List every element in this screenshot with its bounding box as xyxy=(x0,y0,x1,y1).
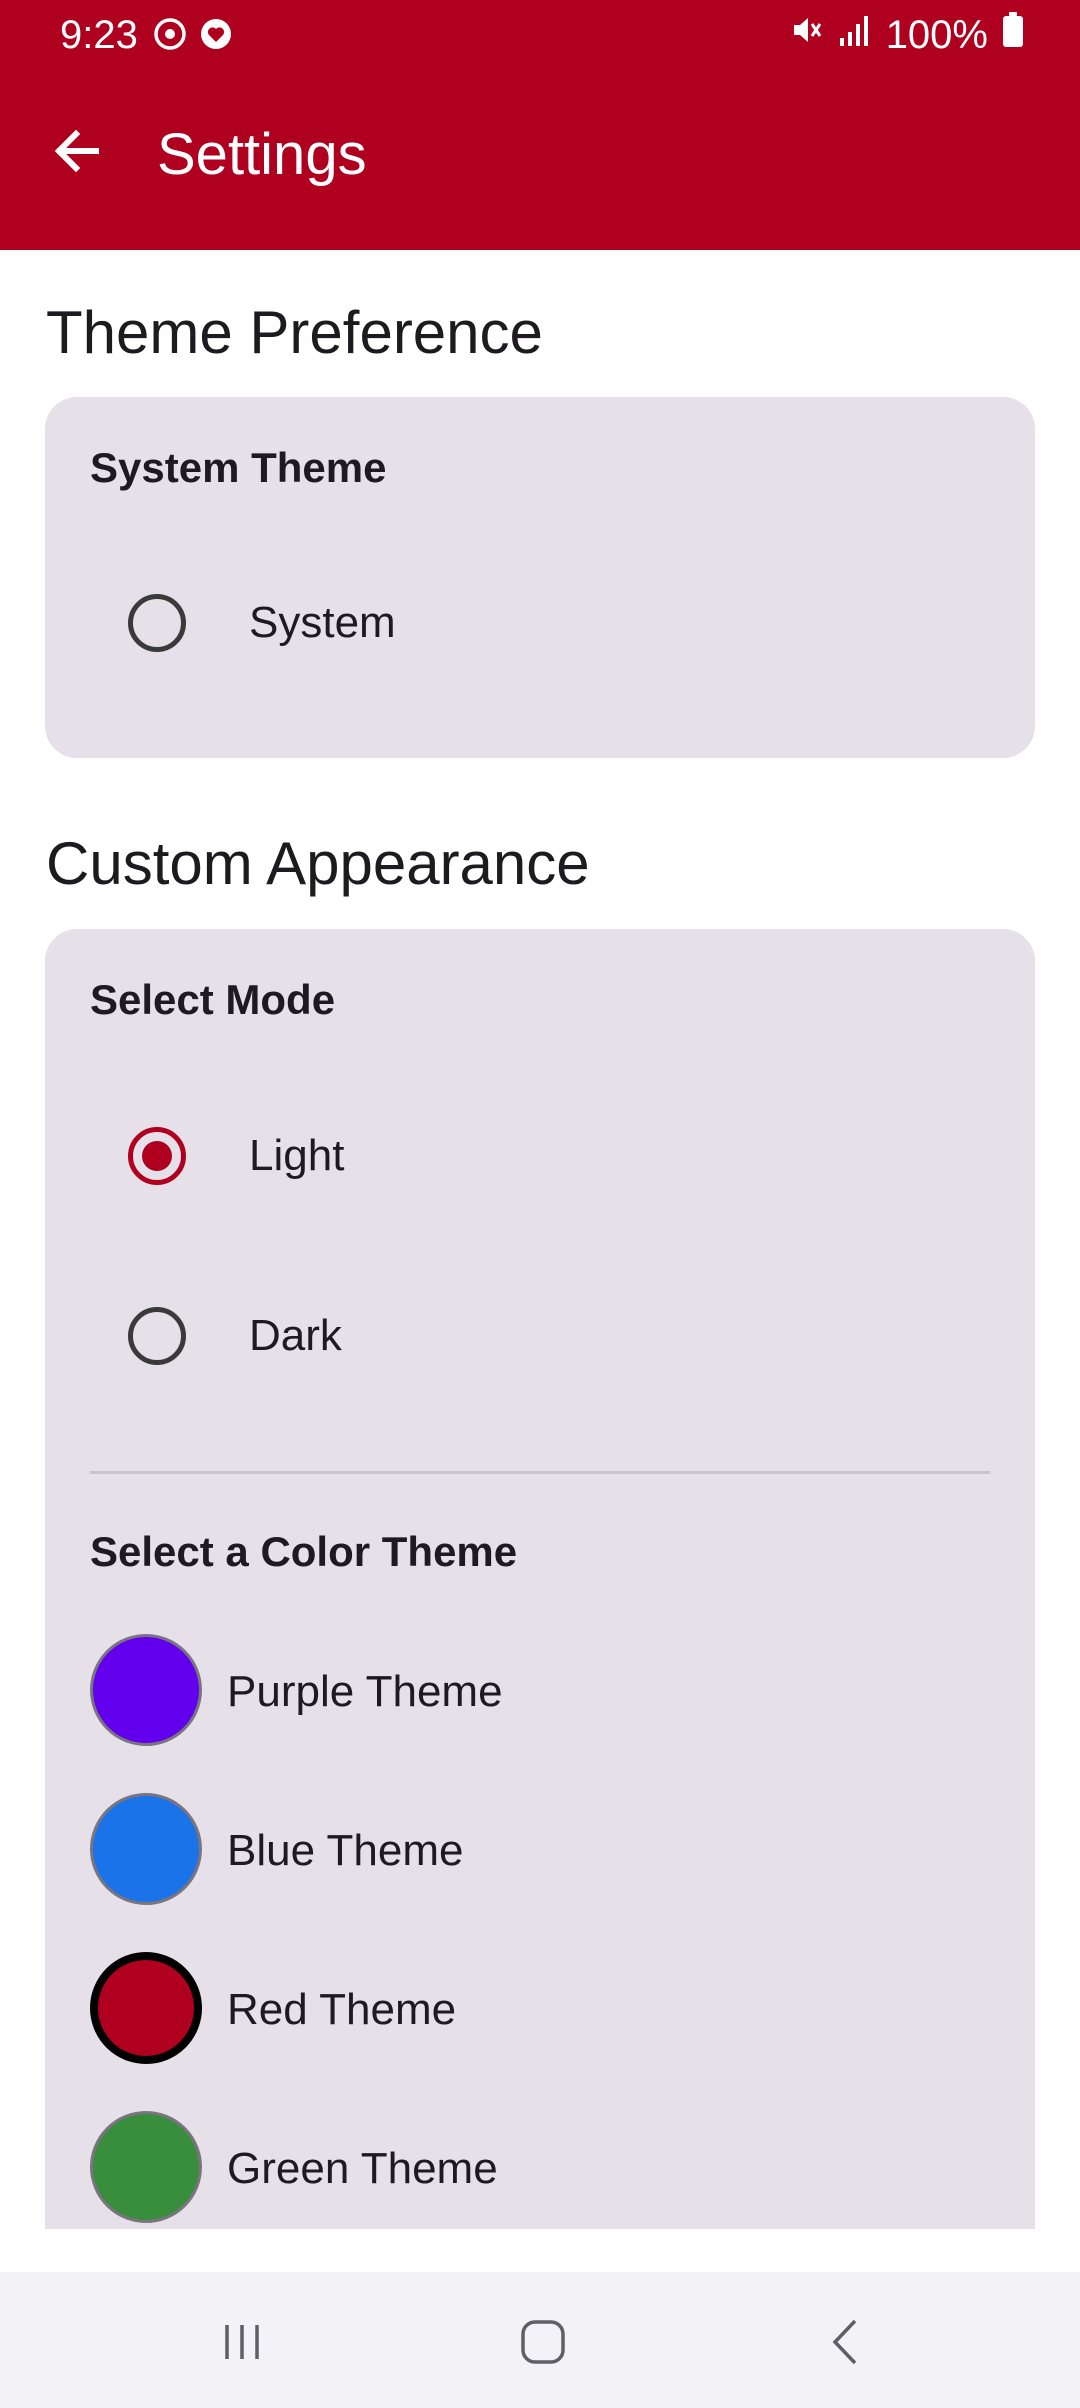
color-label: Blue Theme xyxy=(227,1826,464,1875)
page-title: Settings xyxy=(157,122,367,187)
mute-icon xyxy=(788,12,824,58)
status-notification-icons xyxy=(152,16,234,57)
system-theme-card: System Theme System xyxy=(45,397,1035,758)
battery-icon xyxy=(1002,12,1024,58)
color-label: Red Theme xyxy=(227,1985,457,2034)
system-nav-bar xyxy=(0,2272,1080,2408)
arrow-left-icon xyxy=(54,129,99,173)
recents-button[interactable] xyxy=(202,2302,282,2382)
back-button[interactable] xyxy=(42,116,112,186)
status-bar: 9:23 100% xyxy=(0,0,1080,70)
select-mode-heading: Select Mode xyxy=(90,976,336,1023)
radio-label: System xyxy=(249,598,396,647)
app-bar: Settings xyxy=(0,70,1080,250)
radio-button[interactable] xyxy=(128,594,186,652)
radio-option-system[interactable]: System xyxy=(45,549,1035,699)
status-system-icons: 100% xyxy=(788,12,1024,58)
radio-option-light[interactable]: Light xyxy=(45,1081,1035,1231)
radio-button[interactable] xyxy=(128,1307,186,1365)
alarm-sync-icon xyxy=(152,16,188,57)
home-icon xyxy=(521,2320,565,2364)
heart-app-icon xyxy=(198,16,234,57)
color-option-green[interactable]: Green Theme xyxy=(45,2111,1035,2231)
back-icon xyxy=(832,2319,857,2365)
system-theme-heading: System Theme xyxy=(90,444,387,491)
battery-percent: 100% xyxy=(885,13,988,57)
color-swatch[interactable] xyxy=(90,1952,202,2064)
color-option-blue[interactable]: Blue Theme xyxy=(45,1793,1035,1913)
back-nav-button[interactable] xyxy=(806,2302,886,2382)
color-swatch[interactable] xyxy=(90,2111,202,2223)
radio-label: Light xyxy=(249,1131,345,1180)
color-option-purple[interactable]: Purple Theme xyxy=(45,1634,1035,1754)
color-swatch[interactable] xyxy=(90,1793,202,1905)
home-button[interactable] xyxy=(503,2302,583,2382)
radio-label: Dark xyxy=(249,1311,342,1360)
recents-icon xyxy=(225,2325,259,2359)
color-label: Purple Theme xyxy=(227,1667,503,1716)
divider xyxy=(90,1471,990,1474)
radio-option-dark[interactable]: Dark xyxy=(45,1261,1035,1411)
color-label: Green Theme xyxy=(227,2144,498,2193)
theme-preference-title: Theme Preference xyxy=(46,299,543,366)
color-option-red[interactable]: Red Theme xyxy=(45,1952,1035,2072)
custom-appearance-card: Select Mode Light Dark Select a Color Th… xyxy=(45,929,1035,2229)
custom-appearance-title: Custom Appearance xyxy=(46,830,590,897)
signal-icon xyxy=(838,12,872,58)
radio-button[interactable] xyxy=(128,1127,186,1185)
status-time: 9:23 xyxy=(60,13,138,57)
select-color-heading: Select a Color Theme xyxy=(90,1528,518,1575)
color-swatch[interactable] xyxy=(90,1634,202,1746)
